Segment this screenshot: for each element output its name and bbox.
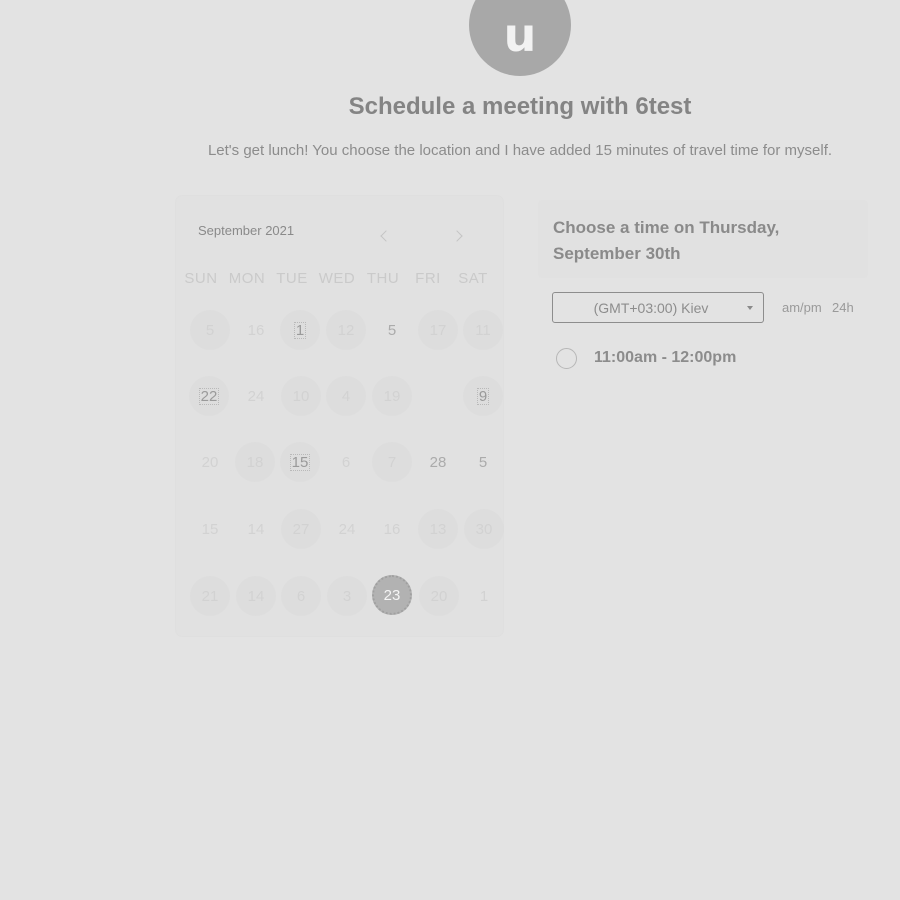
time-heading: Choose a time on Thursday, September 30t…: [553, 218, 780, 263]
timezone-value: (GMT+03:00) Kiev: [593, 299, 709, 316]
calendar-day[interactable]: 30: [464, 509, 504, 549]
calendar-day[interactable]: 16: [372, 509, 412, 549]
calendar-day[interactable]: 11: [463, 310, 503, 350]
calendar-day[interactable]: 7: [372, 442, 412, 482]
calendar-day-selected[interactable]: 23: [372, 575, 412, 615]
format-24h-toggle[interactable]: 24h: [832, 300, 854, 316]
weekday-mon: MON: [228, 270, 266, 287]
calendar-day-number: 22: [198, 387, 220, 405]
weekday-fri: FRI: [415, 270, 441, 287]
calendar-day[interactable]: 6: [281, 576, 321, 616]
calendar-day[interactable]: 4: [326, 376, 366, 416]
avatar: u: [469, 0, 571, 76]
caret-down-icon: [747, 306, 753, 310]
calendar-day[interactable]: 6: [326, 442, 366, 482]
calendar-day[interactable]: 20: [419, 576, 459, 616]
calendar-day[interactable]: 9: [463, 376, 503, 416]
calendar-day[interactable]: 19: [372, 376, 412, 416]
format-ampm-toggle[interactable]: am/pm: [782, 300, 822, 316]
calendar-day[interactable]: 20: [190, 442, 230, 482]
calendar-day[interactable]: 18: [235, 442, 275, 482]
calendar-day[interactable]: 3: [327, 576, 367, 616]
chevron-left-icon: [379, 230, 392, 242]
page-description: Let's get lunch! You choose the location…: [207, 142, 833, 159]
weekday-thu: THU: [366, 270, 400, 287]
calendar-day-number: 15: [289, 453, 311, 471]
calendar-day[interactable]: 14: [236, 576, 276, 616]
calendar-day[interactable]: 24: [327, 509, 367, 549]
calendar-day[interactable]: 1: [464, 576, 504, 616]
calendar-day[interactable]: 13: [418, 509, 458, 549]
calendar-day[interactable]: 21: [190, 576, 230, 616]
calendar-day[interactable]: 5: [372, 310, 412, 350]
calendar-day[interactable]: 15: [280, 442, 320, 482]
page-title: Schedule a meeting with 6test: [348, 93, 692, 120]
calendar-day[interactable]: 22: [189, 376, 229, 416]
next-month-button[interactable]: [446, 224, 470, 248]
calendar-day[interactable]: 27: [281, 509, 321, 549]
calendar-day[interactable]: 28: [418, 442, 458, 482]
month-label: September 2021: [198, 223, 295, 238]
calendar-day[interactable]: 5: [190, 310, 230, 350]
weekday-tue: TUE: [276, 270, 308, 287]
calendar-day[interactable]: 1: [280, 310, 320, 350]
calendar-day[interactable]: 12: [326, 310, 366, 350]
calendar-day[interactable]: 14: [236, 509, 276, 549]
calendar-day[interactable]: 24: [236, 376, 276, 416]
time-slot-label: 11:00am - 12:00pm: [594, 349, 737, 366]
radio-button[interactable]: [556, 347, 577, 369]
weekday-sat: SAT: [458, 270, 488, 287]
calendar-day[interactable]: 16: [236, 310, 276, 350]
calendar-panel: [176, 196, 503, 636]
calendar-day[interactable]: [418, 376, 458, 416]
weekday-sun: SUN: [184, 270, 218, 287]
avatar-initial: u: [503, 8, 537, 62]
calendar-day[interactable]: 10: [281, 376, 321, 416]
calendar-day-number: 9: [476, 387, 490, 405]
calendar-day[interactable]: 17: [418, 310, 458, 350]
calendar-day[interactable]: 5: [463, 442, 503, 482]
time-slot-option[interactable]: 11:00am - 12:00pm: [556, 345, 856, 371]
chevron-right-icon: [450, 230, 463, 242]
timezone-select[interactable]: (GMT+03:00) Kiev: [552, 292, 764, 323]
previous-month-button[interactable]: [372, 224, 396, 248]
calendar-day-number: 1: [293, 321, 307, 339]
weekday-wed: WED: [318, 270, 356, 287]
calendar-day[interactable]: 15: [190, 509, 230, 549]
